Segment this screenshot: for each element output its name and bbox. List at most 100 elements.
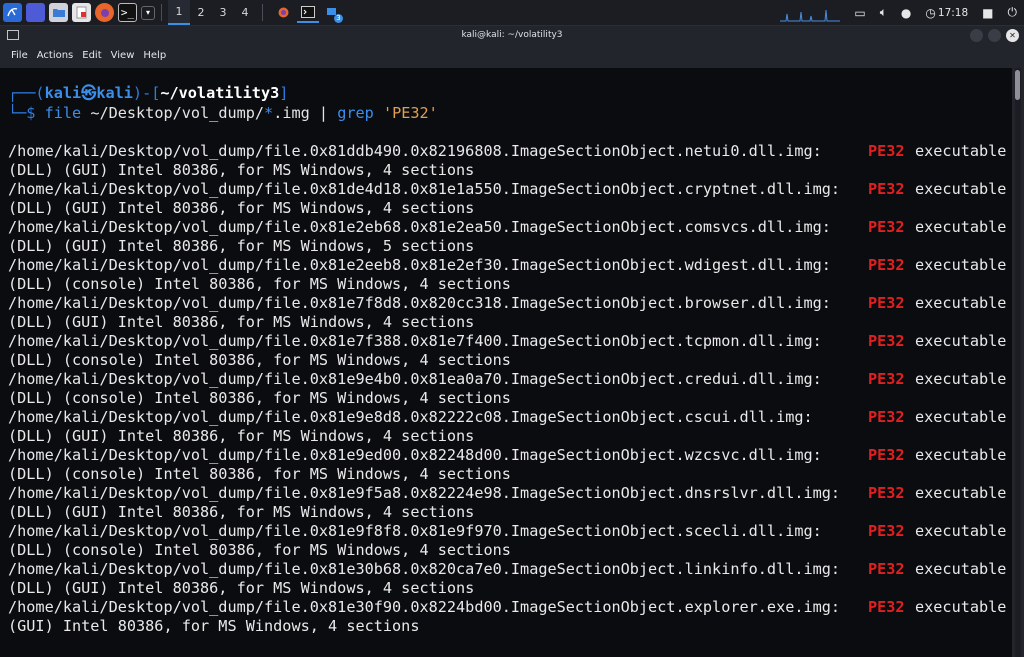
file-type: executable bbox=[915, 522, 1007, 540]
file-description: (DLL) (GUI) Intel 80386, for MS Windows,… bbox=[8, 161, 475, 179]
match-highlight: PE32 bbox=[868, 408, 905, 426]
notification-bell-icon[interactable]: ● bbox=[901, 6, 911, 20]
file-path: /home/kali/Desktop/vol_dump/file.0x81e9e… bbox=[8, 446, 822, 464]
command-arg2: .img | bbox=[273, 104, 338, 122]
output-row: /home/kali/Desktop/vol_dump/file.0x81e9e… bbox=[8, 408, 1006, 427]
output-row: /home/kali/Desktop/vol_dump/file.0x81e7f… bbox=[8, 332, 1006, 351]
scrollbar-thumb[interactable] bbox=[1015, 70, 1020, 100]
match-highlight: PE32 bbox=[868, 180, 905, 198]
menu-file[interactable]: File bbox=[11, 50, 28, 61]
file-description: (DLL) (GUI) Intel 80386, for MS Windows,… bbox=[8, 427, 475, 445]
terminal-launcher-icon[interactable]: >_ bbox=[118, 3, 137, 22]
prompt-user: kali㉿kali bbox=[44, 84, 133, 102]
output-row: /home/kali/Desktop/vol_dump/file.0x81e9e… bbox=[8, 446, 1006, 465]
file-type: executable bbox=[915, 180, 1007, 198]
match-highlight: PE32 bbox=[868, 218, 905, 236]
file-path: /home/kali/Desktop/vol_dump/file.0x81e9e… bbox=[8, 408, 813, 426]
file-description: (DLL) (GUI) Intel 80386, for MS Windows,… bbox=[8, 579, 475, 597]
text-editor-icon[interactable] bbox=[72, 3, 91, 22]
file-path: /home/kali/Desktop/vol_dump/file.0x81e7f… bbox=[8, 294, 831, 312]
menu-view[interactable]: View bbox=[111, 50, 135, 61]
menu-edit[interactable]: Edit bbox=[82, 50, 101, 61]
lock-icon[interactable]: ■ bbox=[982, 6, 993, 20]
file-type: executable bbox=[915, 142, 1007, 160]
file-type: executable bbox=[915, 446, 1007, 464]
output-row: /home/kali/Desktop/vol_dump/file.0x81e9e… bbox=[8, 370, 1006, 389]
file-description: (DLL) (GUI) Intel 80386, for MS Windows,… bbox=[8, 313, 475, 331]
output-row: /home/kali/Desktop/vol_dump/file.0x81e30… bbox=[8, 560, 1006, 579]
file-path: /home/kali/Desktop/vol_dump/file.0x81e9e… bbox=[8, 370, 822, 388]
terminal-output[interactable]: ┌──(kali㉿kali)-[~/volatility3] └─$ file … bbox=[0, 68, 1012, 657]
task-group-icon[interactable]: 3 bbox=[322, 3, 344, 23]
power-icon[interactable]: ⏻ bbox=[1008, 5, 1018, 20]
output-row: /home/kali/Desktop/vol_dump/file.0x81e30… bbox=[8, 598, 1006, 617]
workspace-3[interactable]: 3 bbox=[212, 0, 234, 25]
file-path: /home/kali/Desktop/vol_dump/file.0x81e7f… bbox=[8, 332, 822, 350]
prompt-close: ] bbox=[279, 84, 289, 102]
menu-actions[interactable]: Actions bbox=[37, 50, 74, 61]
file-type: executable bbox=[915, 256, 1007, 274]
task-terminal-icon[interactable] bbox=[297, 3, 319, 23]
clock-time[interactable]: 17:18 bbox=[938, 7, 968, 19]
chevron-down-icon[interactable]: ▾ bbox=[141, 5, 155, 20]
file-type: executable bbox=[915, 560, 1007, 578]
match-highlight: PE32 bbox=[868, 142, 905, 160]
task-firefox-icon[interactable] bbox=[272, 3, 294, 23]
file-description: (DLL) (console) Intel 80386, for MS Wind… bbox=[8, 541, 511, 559]
file-path: /home/kali/Desktop/vol_dump/file.0x81e9f… bbox=[8, 522, 822, 540]
window-titlebar[interactable]: kali@kali: ~/volatility3 ✕ bbox=[0, 26, 1024, 45]
file-description: (GUI) Intel 80386, for MS Windows, 4 sec… bbox=[8, 617, 420, 635]
command-pattern: 'PE32' bbox=[382, 104, 438, 122]
file-description: (DLL) (console) Intel 80386, for MS Wind… bbox=[8, 465, 511, 483]
command-space bbox=[374, 104, 383, 122]
output-row: /home/kali/Desktop/vol_dump/file.0x81de4… bbox=[8, 180, 1006, 199]
output-row: /home/kali/Desktop/vol_dump/file.0x81e9f… bbox=[8, 522, 1006, 541]
workspace-1[interactable]: 1 bbox=[168, 0, 190, 25]
output-row: /home/kali/Desktop/vol_dump/file.0x81e9f… bbox=[8, 484, 1006, 503]
prompt-open: ┌──( bbox=[8, 84, 45, 102]
match-highlight: PE32 bbox=[868, 484, 905, 502]
panel-divider bbox=[262, 4, 263, 21]
file-type: executable bbox=[915, 598, 1007, 616]
command-arg: ~/Desktop/vol_dump/ bbox=[81, 104, 265, 122]
file-description: (DLL) (console) Intel 80386, for MS Wind… bbox=[8, 275, 511, 293]
file-type: executable bbox=[915, 370, 1007, 388]
clock-icon: ◷ bbox=[925, 5, 936, 20]
firefox-icon[interactable] bbox=[95, 3, 114, 22]
system-tray: ▭ 🔈︎ ● ◷ 17:18 ■ ⏻ bbox=[847, 0, 1024, 25]
window-title: kali@kali: ~/volatility3 bbox=[461, 30, 563, 40]
file-path: /home/kali/Desktop/vol_dump/file.0x81e30… bbox=[8, 560, 841, 578]
file-manager-icon[interactable] bbox=[49, 3, 68, 22]
command-grep: grep bbox=[337, 104, 374, 122]
prompt-path: ~/volatility3 bbox=[160, 84, 280, 102]
file-description: (DLL) (console) Intel 80386, for MS Wind… bbox=[8, 351, 511, 369]
file-type: executable bbox=[915, 484, 1007, 502]
display-icon[interactable]: ▭ bbox=[854, 6, 865, 20]
prompt-mid: )-[ bbox=[132, 84, 161, 102]
panel-divider bbox=[161, 4, 162, 21]
terminal-scrollbar[interactable] bbox=[1015, 68, 1021, 657]
minimize-button[interactable] bbox=[970, 29, 983, 42]
menu-help[interactable]: Help bbox=[143, 50, 166, 61]
close-button[interactable]: ✕ bbox=[1006, 29, 1019, 42]
top-panel: >_ ▾ 1 2 3 4 3 ▭ 🔈︎ ● ◷ 17:18 ■ ⏻ bbox=[0, 0, 1024, 26]
file-path: /home/kali/Desktop/vol_dump/file.0x81e30… bbox=[8, 598, 841, 616]
maximize-button[interactable] bbox=[988, 29, 1001, 42]
file-description: (DLL) (GUI) Intel 80386, for MS Windows,… bbox=[8, 237, 475, 255]
file-path: /home/kali/Desktop/vol_dump/file.0x81de4… bbox=[8, 180, 841, 198]
workspace-4[interactable]: 4 bbox=[234, 0, 256, 25]
command-file: file bbox=[44, 104, 82, 122]
show-desktop-icon[interactable] bbox=[26, 3, 45, 22]
volume-icon[interactable]: 🔈︎ bbox=[880, 5, 887, 20]
workspace-2[interactable]: 2 bbox=[190, 0, 212, 25]
match-highlight: PE32 bbox=[868, 294, 905, 312]
kali-menu-icon[interactable] bbox=[3, 3, 22, 22]
file-type: executable bbox=[915, 408, 1007, 426]
cpu-graph bbox=[780, 9, 840, 22]
file-description: (DLL) (GUI) Intel 80386, for MS Windows,… bbox=[8, 199, 475, 217]
output-row: /home/kali/Desktop/vol_dump/file.0x81e7f… bbox=[8, 294, 1006, 313]
task-count-badge: 3 bbox=[334, 13, 343, 23]
match-highlight: PE32 bbox=[868, 256, 905, 274]
match-highlight: PE32 bbox=[868, 598, 905, 616]
command-glob: * bbox=[264, 104, 274, 122]
